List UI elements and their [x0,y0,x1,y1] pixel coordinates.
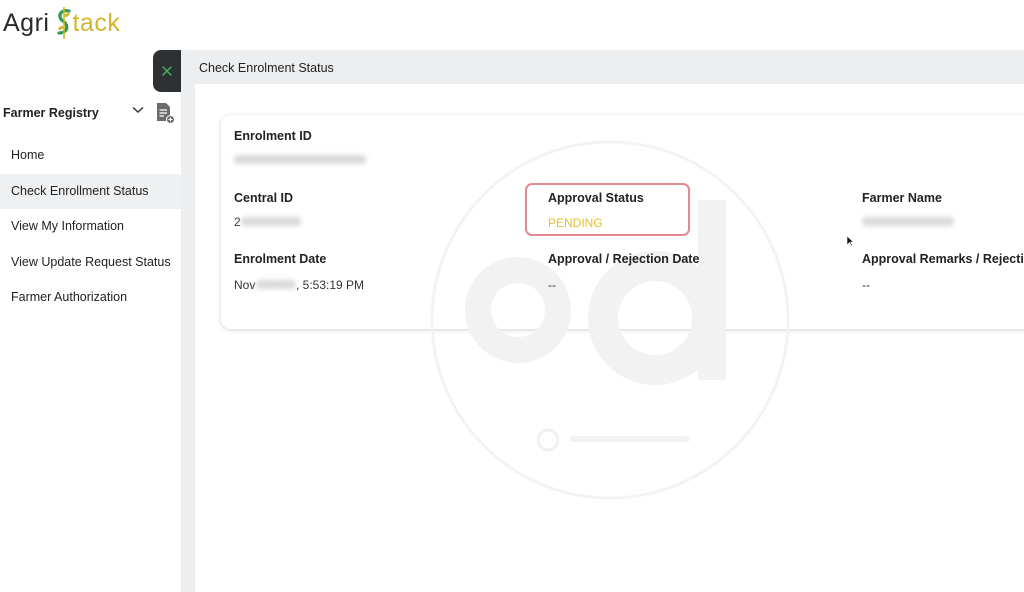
logo-text-tack: tack [72,8,121,37]
logo-text-agri: Agri [3,8,50,37]
approval-status-label: Approval Status [548,191,644,205]
sidebar-item-farmer-authorization[interactable]: Farmer Authorization [0,280,181,316]
sidebar-item-check-enrollment-status[interactable]: Check Enrollment Status [0,173,181,209]
sidebar-item-home[interactable]: Home [0,138,181,174]
approval-status-value: PENDING [548,216,603,230]
sidebar-item-view-update-request-status[interactable]: View Update Request Status [0,245,181,281]
logo-s-emblem-icon [57,7,72,39]
agristack-logo[interactable]: Agri tack [3,5,120,41]
enrolment-id-label: Enrolment ID [234,129,312,143]
enrolment-date-month: Nov [234,278,256,292]
sidebar-item-view-my-information[interactable]: View My Information [0,209,181,245]
central-id-label: Central ID [234,191,294,205]
enrolment-date-day-year-redacted [256,280,296,289]
sidebar-section-title: Farmer Registry [3,106,99,120]
sidebar-section-header[interactable]: Farmer Registry [3,100,175,126]
enrolment-id-value-redacted [234,155,366,164]
enrolment-date-time: , 5:53:19 PM [296,278,365,292]
central-id-value: 2 [234,215,241,229]
approval-remarks-label: Approval Remarks / Rejection Rea [862,252,1024,266]
app-header: Agri tack [0,0,1024,50]
page-title: Check Enrolment Status [199,61,334,75]
mouse-pointer-icon [846,235,854,247]
sidebar [0,50,181,592]
sidebar-close-button[interactable] [153,50,181,92]
central-id-value-redacted [241,217,301,226]
document-plus-icon[interactable] [155,102,175,124]
approval-date-value: -- [548,278,556,292]
page-header-bar: Check Enrolment Status [181,50,1024,84]
close-icon [162,66,172,76]
approval-date-label: Approval / Rejection Date [548,252,700,266]
enrolment-date-label: Enrolment Date [234,252,327,266]
sidebar-nav: Home Check Enrollment Status View My Inf… [0,138,181,316]
farmer-name-value-redacted [862,217,954,226]
chevron-down-icon[interactable] [132,106,144,114]
content-gutter [181,50,195,592]
approval-remarks-value: -- [862,278,870,292]
farmer-name-label: Farmer Name [862,191,942,205]
